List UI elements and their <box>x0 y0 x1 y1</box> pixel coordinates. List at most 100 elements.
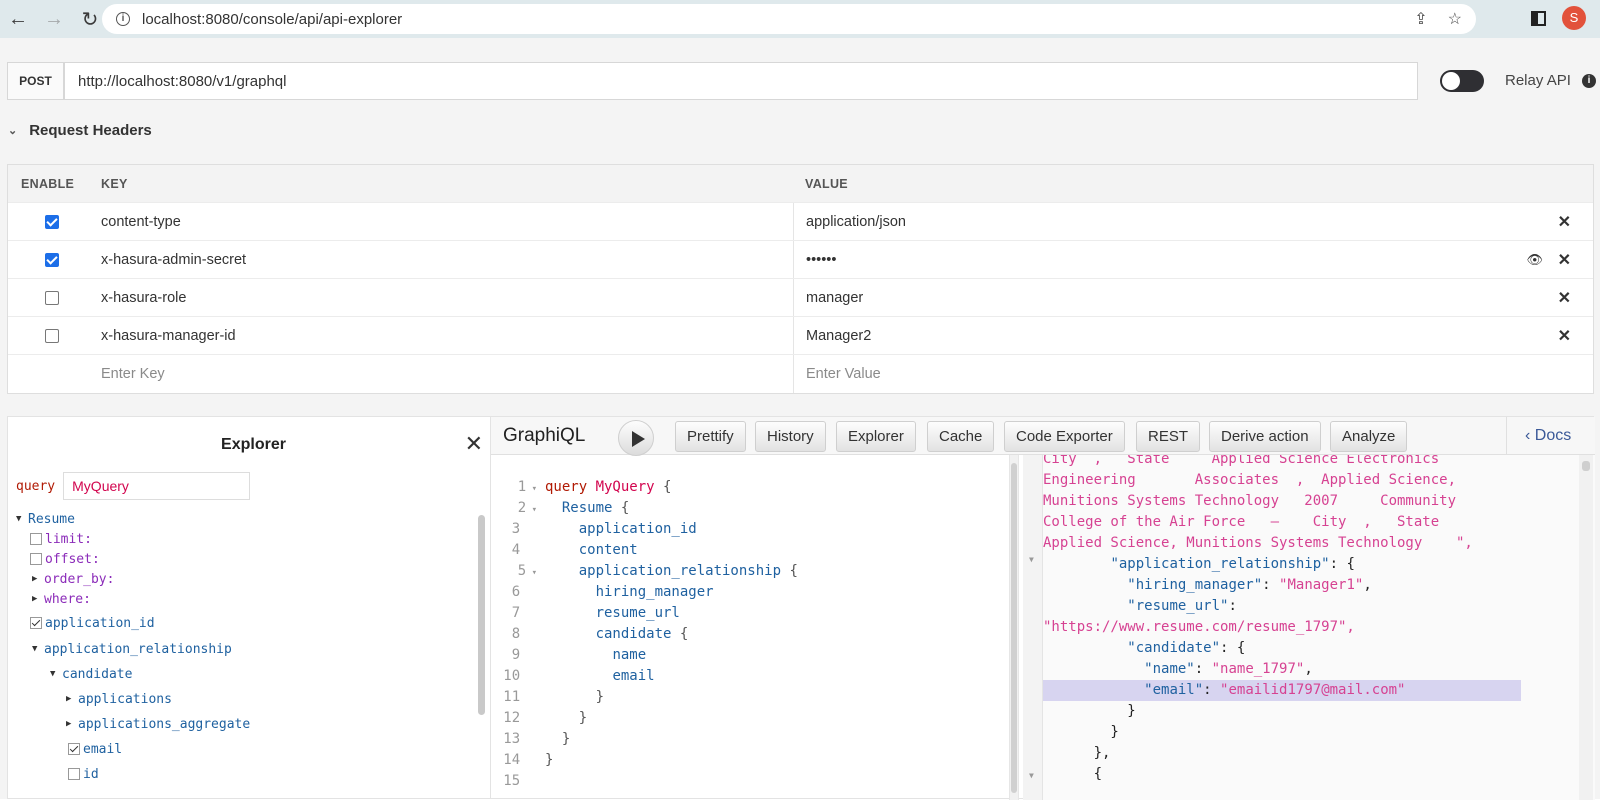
toggle-knob <box>1442 72 1460 90</box>
tree-label: id <box>83 766 99 782</box>
rest-button[interactable]: REST <box>1136 421 1201 452</box>
bookmark-star-icon[interactable]: ☆ <box>1448 9 1462 29</box>
tree-node-resume[interactable]: ▼ Resume <box>16 509 250 529</box>
run-query-play-icon[interactable] <box>618 420 654 456</box>
back-arrow-icon[interactable]: ← <box>0 3 36 35</box>
caret-down-icon: ▼ <box>32 644 38 654</box>
show-secret-eye-icon[interactable]: 👁 <box>1526 252 1543 268</box>
result-line: "application_relationship": { <box>1110 556 1355 572</box>
tree-field-id[interactable]: id <box>16 764 250 784</box>
checkbox-icon[interactable] <box>30 533 42 545</box>
scroll-thumb[interactable] <box>1011 463 1017 793</box>
result-line: } <box>1043 724 1119 740</box>
tree-field-email[interactable]: email <box>16 739 250 759</box>
profile-avatar[interactable]: S <box>1562 6 1586 30</box>
enable-checkbox[interactable] <box>45 214 59 229</box>
docs-button[interactable]: ‹ Docs <box>1506 417 1595 455</box>
header-value[interactable]: manager <box>806 290 863 306</box>
enable-checkbox[interactable] <box>45 328 59 343</box>
result-line: College of the Air Force – City , State <box>1043 514 1440 530</box>
info-icon[interactable]: i <box>1582 74 1596 88</box>
remove-header-icon[interactable]: ✕ <box>1558 212 1571 232</box>
side-panel-icon[interactable] <box>1531 10 1546 26</box>
new-key-input[interactable]: Enter Key <box>86 366 793 382</box>
cache-button[interactable]: Cache <box>927 421 995 452</box>
header-value[interactable]: Manager2 <box>806 328 871 344</box>
site-info-icon[interactable]: i <box>116 12 130 26</box>
tree-field-applications-aggregate[interactable]: ▶ applications_aggregate <box>16 714 250 734</box>
caret-right-icon: ▶ <box>66 719 72 729</box>
enable-checkbox[interactable] <box>45 252 59 267</box>
graphql-endpoint-input[interactable]: http://localhost:8080/v1/graphql <box>64 62 1418 100</box>
http-method-badge[interactable]: POST <box>7 62 64 100</box>
code-line: } <box>545 752 554 768</box>
column-header-value: VALUE <box>805 176 848 191</box>
explorer-scrollbar[interactable] <box>478 515 485 715</box>
fold-arrow-icon[interactable]: ▼ <box>1029 555 1034 564</box>
derive-action-button[interactable]: Derive action <box>1209 421 1321 452</box>
header-key[interactable]: x-hasura-role <box>86 290 793 306</box>
checkbox-checked-icon[interactable] <box>68 743 80 755</box>
close-icon[interactable]: ✕ <box>465 431 483 457</box>
code-line: content <box>578 542 638 558</box>
explorer-button[interactable]: Explorer <box>836 421 916 452</box>
graphiql-panel: GraphiQL Prettify History Explorer Cache… <box>490 416 1595 800</box>
graphiql-title: GraphiQL <box>503 425 586 446</box>
prettify-button[interactable]: Prettify <box>675 421 746 452</box>
new-value-input[interactable]: Enter Value <box>793 355 1593 393</box>
remove-header-icon[interactable]: ✕ <box>1558 326 1571 346</box>
caret-right-icon: ▶ <box>32 594 38 604</box>
tree-label: offset: <box>45 551 100 567</box>
header-key[interactable]: content-type <box>86 214 793 230</box>
tree-field-application-relationship[interactable]: ▼ application_relationship <box>16 639 250 659</box>
checkbox-icon[interactable] <box>68 768 80 780</box>
code-exporter-button[interactable]: Code Exporter <box>1004 421 1125 452</box>
caret-right-icon: ▶ <box>66 694 72 704</box>
operation-name-input[interactable]: MyQuery <box>63 472 251 500</box>
tree-arg-where[interactable]: ▶ where: <box>16 589 250 609</box>
tree-field-application-id[interactable]: application_id <box>16 613 250 633</box>
tree-field-applications[interactable]: ▶ applications <box>16 689 250 709</box>
relay-api-toggle[interactable] <box>1440 70 1484 92</box>
result-scrollbar[interactable] <box>1579 455 1593 800</box>
scroll-thumb[interactable] <box>1582 461 1590 471</box>
tree-label: Resume <box>28 511 75 527</box>
caret-down-icon: ▼ <box>16 514 22 524</box>
result-line: Applied Science, Munitions Systems Techn… <box>1043 535 1473 551</box>
result-gutter: ▼ ▼ <box>1023 455 1043 800</box>
enable-checkbox[interactable] <box>45 290 59 305</box>
header-row: content-type application/json ✕ <box>8 203 1593 241</box>
share-icon[interactable]: ⇪ <box>1414 9 1427 29</box>
tree-arg-order-by[interactable]: ▶ order_by: <box>16 569 250 589</box>
graphiql-toolbar: GraphiQL Prettify History Explorer Cache… <box>491 417 1595 456</box>
query-editor[interactable]: 1 ▾ 2 ▾ 3 4 5 ▾ 6 7 8 9 10 11 12 13 14 15 q… <box>491 455 1021 800</box>
operation-type[interactable]: query <box>12 479 55 494</box>
tree-arg-offset[interactable]: offset: <box>16 549 250 569</box>
explorer-panel: Explorer ✕ query MyQuery ▼ Resume limit: … <box>7 416 498 799</box>
code-line: hiring_manager <box>595 584 714 600</box>
request-headers-toggle[interactable]: ⌄ Request Headers <box>8 122 152 139</box>
result-line: "https://www.resume.com/resume_1797", <box>1043 619 1355 635</box>
fold-arrow-icon[interactable]: ▼ <box>1029 771 1034 780</box>
editor-scrollbar[interactable] <box>1009 455 1019 800</box>
header-value[interactable]: •••••• <box>806 252 836 268</box>
forward-arrow-icon[interactable]: → <box>36 3 72 35</box>
address-bar[interactable]: i localhost:8080/console/api/api-explore… <box>102 4 1476 34</box>
column-header-enable: ENABLE <box>21 176 75 191</box>
history-button[interactable]: History <box>755 421 826 452</box>
tree-field-candidate[interactable]: ▼ candidate <box>16 664 250 684</box>
tree-arg-limit[interactable]: limit: <box>16 529 250 549</box>
header-key[interactable]: x-hasura-admin-secret <box>86 252 793 268</box>
header-row: x-hasura-admin-secret •••••• 👁 ✕ <box>8 241 1593 279</box>
result-viewer: ▼ ▼ City , State Applied Science Electro… <box>1023 455 1595 800</box>
remove-header-icon[interactable]: ✕ <box>1558 250 1571 270</box>
tree-label: candidate <box>62 666 133 682</box>
header-key[interactable]: x-hasura-manager-id <box>86 328 793 344</box>
analyze-button[interactable]: Analyze <box>1330 421 1408 452</box>
header-value[interactable]: application/json <box>806 214 906 230</box>
checkbox-checked-icon[interactable] <box>30 617 42 629</box>
checkbox-icon[interactable] <box>30 553 42 565</box>
caret-down-icon: ▼ <box>50 669 56 679</box>
remove-header-icon[interactable]: ✕ <box>1558 288 1571 308</box>
query-code: query MyQuery { Resume { application_id … <box>545 477 798 792</box>
